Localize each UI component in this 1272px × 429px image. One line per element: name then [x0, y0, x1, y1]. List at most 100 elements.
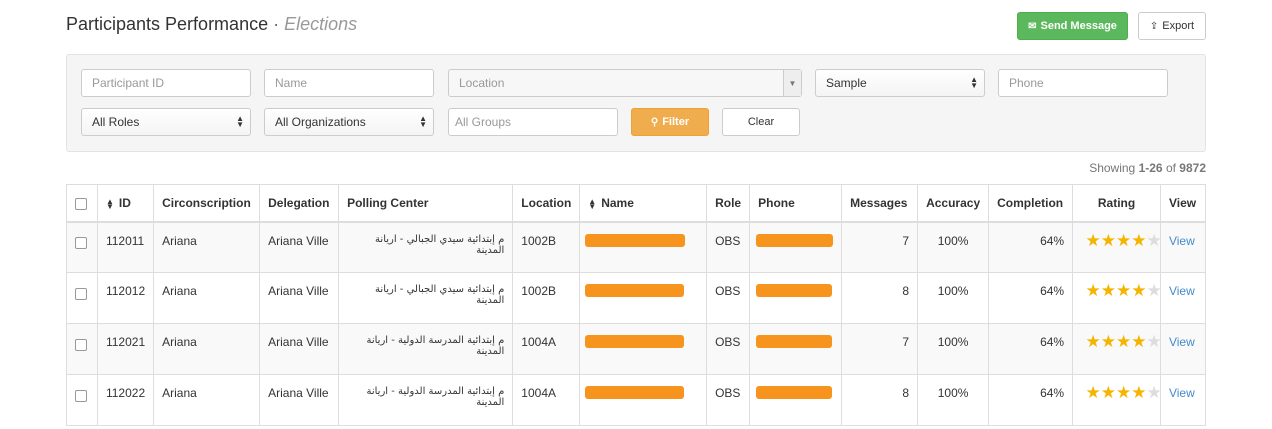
phone-input[interactable]: Phone — [998, 69, 1168, 97]
column-label: Phone — [758, 195, 795, 210]
column-header-view: View — [1159, 184, 1207, 223]
column-header-rating: Rating — [1072, 184, 1161, 223]
select-arrows-icon: ▲ ▼ — [419, 114, 427, 129]
roles-value: All Roles — [92, 115, 140, 129]
select-arrows-icon: ▲ ▼ — [970, 75, 978, 90]
sample-value: Sample — [826, 76, 867, 90]
chevron-down-icon[interactable]: ▼ — [783, 70, 801, 96]
cell-name — [579, 374, 708, 426]
column-label: ID — [118, 195, 131, 210]
row-checkbox[interactable] — [75, 287, 87, 300]
star-icon: ★ — [1146, 383, 1162, 402]
star-icon: ★ — [1131, 281, 1147, 300]
participant-id-input[interactable]: Participant ID — [81, 69, 251, 97]
star-icon: ★ — [1146, 230, 1162, 250]
cell-completion: 64% — [988, 323, 1074, 375]
export-button[interactable]: ⇪ Export — [1138, 12, 1206, 40]
cell-phone — [749, 323, 843, 375]
cell-circonscription: Ariana — [153, 323, 261, 375]
star-icon: ★ — [1085, 230, 1101, 250]
title-separator: · — [273, 14, 280, 34]
roles-select[interactable]: All Roles ▲ ▼ — [81, 108, 251, 136]
organizations-select[interactable]: All Organizations ▲ ▼ — [264, 108, 434, 136]
column-header-id[interactable]: ▲ ▼ ID — [96, 184, 155, 223]
select-all-checkbox[interactable] — [75, 198, 87, 211]
redacted-name — [585, 284, 685, 297]
page-title: Participants Performance · Elections — [66, 14, 357, 35]
column-label: Location — [521, 195, 572, 210]
cell-rating: ★★★★★ — [1072, 272, 1162, 324]
name-input[interactable]: Name — [264, 69, 434, 97]
showing-total: 9872 — [1179, 161, 1206, 175]
column-label: Messages — [850, 195, 908, 210]
cell-delegation: Ariana Ville — [259, 374, 340, 426]
name-placeholder: Name — [275, 76, 308, 90]
star-rating: ★★★★★ — [1086, 281, 1162, 301]
cell-messages: 7 — [841, 221, 919, 273]
sample-select[interactable]: Sample ▲ ▼ — [815, 69, 985, 97]
location-select[interactable]: Location ▼ — [448, 69, 802, 97]
column-header-circonscription: Circonscription — [153, 184, 261, 223]
star-icon: ★ — [1131, 383, 1147, 402]
column-header-polling-center: Polling Center — [338, 184, 514, 223]
star-icon: ★ — [1085, 383, 1101, 402]
star-icon: ★ — [1116, 281, 1132, 300]
view-link[interactable]: View — [1169, 284, 1195, 298]
star-icon: ★ — [1085, 332, 1101, 351]
view-link[interactable]: View — [1169, 234, 1195, 248]
export-label: Export — [1162, 20, 1195, 32]
send-message-label: Send Message — [1040, 20, 1117, 32]
groups-input[interactable]: All Groups — [448, 108, 618, 136]
star-icon: ★ — [1100, 332, 1117, 351]
column-header-accuracy: Accuracy — [917, 184, 990, 223]
cell-view: View — [1159, 272, 1207, 324]
cell-messages: 8 — [841, 374, 919, 426]
column-label: View — [1168, 195, 1197, 210]
redacted-phone — [756, 284, 833, 297]
cell-rating: ★★★★★ — [1072, 323, 1162, 375]
cell-id: 112022 — [96, 374, 155, 426]
location-placeholder: Location — [459, 76, 505, 90]
cell-role: OBS — [706, 374, 751, 426]
cell-polling-center: م إبتدائية سيدي الجبالي - اريانة المدينة — [338, 221, 514, 273]
row-checkbox[interactable] — [75, 389, 87, 402]
send-message-button[interactable]: ✉ Send Message — [1017, 12, 1128, 40]
participant-id-placeholder: Participant ID — [92, 76, 165, 90]
table-row: 112011 Ariana Ariana Ville م إبتدائية سيدي … — [66, 221, 1207, 273]
view-link[interactable]: View — [1169, 386, 1195, 400]
cell-role: OBS — [706, 272, 751, 324]
page-subtitle: Elections — [284, 14, 358, 34]
table-header-row: ▲ ▼ ID Circonscription Delegation Polling … — [66, 184, 1207, 223]
star-icon: ★ — [1146, 332, 1162, 351]
column-header-delegation: Delegation — [259, 184, 340, 223]
row-select-cell — [66, 374, 98, 426]
cell-rating: ★★★★★ — [1072, 221, 1162, 273]
cell-delegation: Ariana Ville — [259, 221, 340, 273]
column-label: Polling Center — [347, 195, 429, 210]
column-header-name[interactable]: ▲ ▼ Name — [579, 184, 708, 223]
showing-range: 1-26 — [1138, 161, 1163, 175]
row-checkbox[interactable] — [75, 237, 87, 250]
row-select-cell — [66, 272, 98, 324]
row-checkbox[interactable] — [75, 338, 87, 351]
row-select-cell — [66, 323, 98, 375]
clear-button[interactable]: Clear — [722, 108, 800, 136]
filter-label: Filter — [662, 116, 690, 128]
column-label: Accuracy — [926, 195, 981, 210]
column-label: Circonscription — [162, 195, 251, 210]
cell-role: OBS — [706, 221, 751, 273]
export-icon: ⇪ — [1149, 20, 1159, 32]
view-link[interactable]: View — [1169, 335, 1195, 349]
table-row: 112012 Ariana Ariana Ville م إبتدائية سيدي … — [66, 272, 1207, 324]
cell-rating: ★★★★★ — [1072, 374, 1162, 426]
cell-completion: 64% — [988, 374, 1074, 426]
filter-button[interactable]: ⚲ Filter — [631, 108, 709, 136]
select-arrows-icon: ▲ ▼ — [236, 114, 244, 129]
showing-prefix: Showing — [1089, 161, 1136, 175]
pagination-summary: Showing 1-26 of 9872 — [1089, 161, 1206, 175]
column-header-messages: Messages — [841, 184, 919, 223]
star-rating: ★★★★★ — [1085, 332, 1162, 352]
redacted-phone — [756, 386, 833, 399]
column-label: Completion — [997, 195, 1064, 210]
star-icon: ★ — [1131, 230, 1147, 250]
